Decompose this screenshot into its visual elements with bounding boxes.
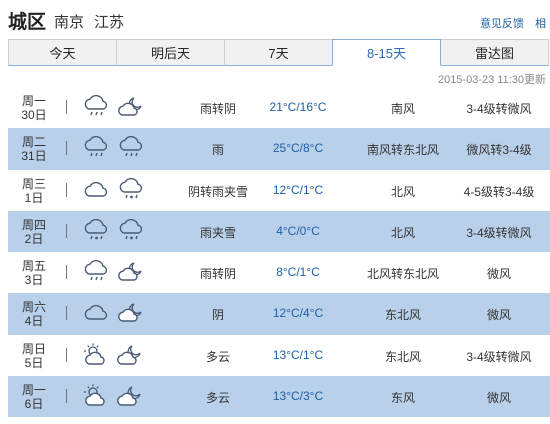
wind-direction: 北风转东北风 — [366, 267, 439, 282]
extra-link[interactable]: 相 — [535, 18, 546, 30]
date: 30日 — [21, 108, 47, 122]
date: 3日 — [24, 273, 44, 288]
temperature-range: 13°C/1°C — [272, 347, 324, 362]
temperature-range: 8°C/1°C — [276, 265, 320, 280]
sun-cloud-icon — [82, 383, 110, 409]
divider — [66, 223, 67, 238]
moon-cloud-icon — [117, 383, 145, 409]
tab-8-15-days[interactable]: 8-15天 — [332, 39, 441, 66]
divider — [66, 306, 67, 321]
wind-level: 3-4级转微风 — [466, 225, 532, 240]
wind-level: 微风 — [486, 308, 511, 323]
weekday: 周一 — [21, 383, 46, 398]
district-title: 城区 — [8, 12, 47, 33]
moon-cloud-icon — [117, 342, 145, 368]
update-timestamp: 2015-03-23 11:30更新 — [437, 74, 546, 86]
date: 4日 — [24, 314, 44, 329]
temperature-range: 12°C/4°C — [272, 306, 324, 321]
temperature-range: 13°C/3°C — [272, 389, 324, 404]
forecast-row: 周一 30日 雨转阴 21°C/16°C 南风 3-4级转微风 — [8, 87, 550, 128]
sleet-cloud-icon — [82, 218, 110, 244]
forecast-row: 周三 1日 阴转雨夹雪 12°C/1°C 北风 4-5级转3-4级 — [8, 170, 550, 211]
weekday: 周五 — [21, 259, 46, 274]
wind-level: 微风转3-4级 — [466, 143, 532, 158]
temperature-range: 21°C/16°C — [269, 100, 327, 114]
wind-direction: 南风转东北风 — [366, 143, 439, 158]
sleet-cloud-icon — [117, 177, 145, 203]
feedback-link[interactable]: 意见反馈 — [480, 18, 524, 30]
wind-direction: 东风 — [390, 391, 415, 406]
wind-level: 3-4级转微风 — [466, 102, 532, 116]
tab-day-after[interactable]: 明后天 — [116, 39, 225, 66]
cloud-moon-icon — [117, 259, 145, 285]
divider — [66, 100, 67, 114]
forecast-tabs: 今天 明后天 7天 8-15天 雷达图 — [8, 39, 550, 66]
wind-direction: 东北风 — [384, 349, 421, 364]
city-link[interactable]: 南京 — [54, 11, 84, 32]
cloud-icon — [82, 177, 110, 203]
sun-cloud-icon — [82, 342, 110, 368]
date: 1日 — [24, 190, 44, 205]
wind-level: 4-5级转3-4级 — [463, 184, 535, 199]
date: 2日 — [24, 231, 44, 246]
rain-cloud-icon — [82, 135, 110, 161]
day-label: 周五 3日 — [14, 259, 54, 287]
forecast-list: 周一 30日 雨转阴 21°C/16°C 南风 3-4级转微风 周二 31日雨 25°C/8°C… — [8, 87, 550, 418]
divider — [66, 141, 67, 156]
tab-7-days[interactable]: 7天 — [224, 39, 333, 66]
temperature-range: 12°C/1°C — [272, 182, 324, 197]
day-label: 周日 5日 — [14, 342, 54, 370]
divider — [66, 265, 67, 280]
cloud-moon-icon — [117, 94, 145, 120]
rain-cloud-icon — [117, 135, 145, 161]
forecast-row: 周日 5日 多云 13°C/1°C 东北风 3-4级转微风 — [8, 335, 550, 376]
wind-direction: 北风 — [390, 225, 415, 240]
day-label: 周一 6日 — [14, 383, 54, 411]
page-header: 城区 南京 江苏 意见反馈 相 — [8, 6, 550, 34]
sleet-cloud-icon — [117, 218, 145, 244]
weekday: 周日 — [21, 341, 46, 356]
date: 5日 — [24, 355, 44, 370]
rain-cloud-icon — [82, 94, 110, 120]
day-label: 周六 4日 — [14, 300, 54, 328]
day-label: 周二 31日 — [14, 135, 54, 163]
tab-today[interactable]: 今天 — [8, 39, 117, 66]
wind-direction: 南风 — [390, 102, 415, 116]
forecast-row: 周六 4日阴 12°C/4°C 东北风 微风 — [8, 293, 550, 335]
forecast-row: 周二 31日雨 25°C/8°C 南风转东北风 微风转3-4级 — [8, 128, 550, 170]
day-label: 周四 2日 — [14, 218, 54, 246]
header-links: 意见反馈 相 — [472, 15, 546, 31]
wind-level: 微风 — [486, 391, 511, 406]
divider — [66, 389, 67, 404]
divider — [66, 182, 67, 197]
cloud-moon-icon — [117, 300, 145, 326]
wind-direction: 北风 — [390, 184, 415, 199]
forecast-row: 周一 6日 多云 13°C/3°C 东风 微风 — [8, 376, 550, 418]
wind-direction: 东北风 — [384, 308, 421, 323]
weekday: 周一 — [21, 94, 46, 108]
day-label: 周一 30日 — [14, 94, 54, 122]
weekday: 周六 — [21, 300, 46, 315]
weekday: 周三 — [21, 176, 46, 191]
weekday: 周四 — [21, 217, 46, 232]
forecast-row: 周四 2日 雨夹雪 4°C/0°C 北风 3-4级转微风 — [8, 210, 550, 253]
date: 31日 — [21, 149, 47, 164]
temperature-range: 4°C/0°C — [276, 223, 320, 238]
forecast-row: 周五 3日 雨转阴 8°C/1°C 北风转东北风 微风 — [8, 252, 550, 293]
cloud-icon — [82, 300, 110, 326]
weekday: 周二 — [21, 135, 46, 150]
province-link[interactable]: 江苏 — [94, 11, 124, 32]
wind-level: 3-4级转微风 — [466, 349, 532, 364]
day-label: 周三 1日 — [14, 177, 54, 205]
wind-level: 微风 — [486, 267, 511, 282]
divider — [66, 347, 67, 362]
date: 6日 — [24, 397, 44, 412]
rain-cloud-icon — [82, 259, 110, 285]
temperature-range: 25°C/8°C — [272, 141, 324, 156]
tab-radar[interactable]: 雷达图 — [440, 39, 549, 66]
